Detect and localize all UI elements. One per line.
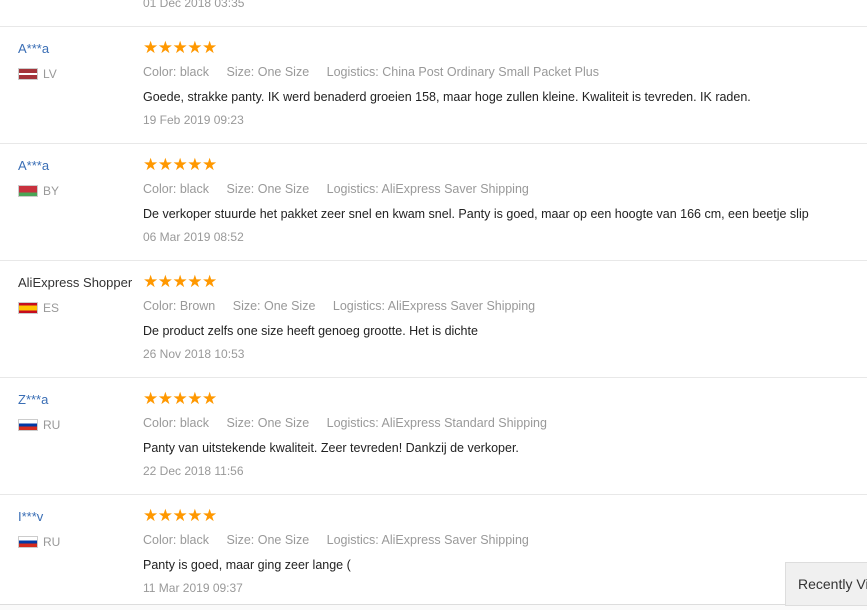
review-item: A***a LV ★★★★★ Color: black Size: One Si… bbox=[0, 26, 867, 144]
order-size: Size: One Size bbox=[232, 299, 316, 313]
order-logistics: Logistics: AliExpress Standard Shipping bbox=[326, 416, 547, 430]
order-size: Size: One Size bbox=[226, 416, 310, 430]
order-info: Color: Brown Size: One Size Logistics: A… bbox=[143, 298, 549, 314]
reviewer-name[interactable]: A***a bbox=[18, 41, 49, 57]
flag-icon bbox=[18, 419, 38, 431]
order-color: Color: black bbox=[143, 533, 209, 547]
review-date: 19 Feb 2019 09:23 bbox=[143, 113, 244, 127]
reviewer-name[interactable]: I***v bbox=[18, 509, 43, 525]
review-item: Z***a RU ★★★★★ Color: black Size: One Si… bbox=[0, 377, 867, 495]
reviewer-name[interactable]: A***a bbox=[18, 158, 49, 174]
order-color: Color: black bbox=[143, 416, 209, 430]
flag-icon bbox=[18, 302, 38, 314]
review-text: Goede, strakke panty. IK werd benaderd g… bbox=[143, 90, 751, 104]
review-date: 22 Dec 2018 11:56 bbox=[143, 464, 244, 478]
order-color: Color: black bbox=[143, 182, 209, 196]
order-color: Color: Brown bbox=[143, 299, 216, 313]
reviewer-country: LV bbox=[18, 67, 57, 81]
bottom-divider bbox=[0, 604, 867, 610]
review-item: AliExpress Shopper ES ★★★★★ Color: Brown… bbox=[0, 260, 867, 378]
review-date: 26 Nov 2018 10:53 bbox=[143, 347, 245, 361]
order-logistics: Logistics: AliExpress Saver Shipping bbox=[332, 299, 536, 313]
order-size: Size: One Size bbox=[226, 182, 310, 196]
reviewer-country: RU bbox=[18, 535, 60, 549]
order-size: Size: One Size bbox=[226, 533, 310, 547]
order-size: Size: One Size bbox=[226, 65, 310, 79]
recently-viewed-button[interactable]: Recently Viewed bbox=[785, 562, 867, 606]
review-item: A***a BY ★★★★★ Color: black Size: One Si… bbox=[0, 143, 867, 261]
review-text: Panty van uitstekende kwaliteit. Zeer te… bbox=[143, 441, 519, 455]
order-logistics: Logistics: China Post Ordinary Small Pac… bbox=[326, 65, 599, 79]
reviewer-country: ES bbox=[18, 301, 59, 315]
star-rating: ★★★★★ bbox=[143, 389, 217, 408]
reviewer-name[interactable]: Z***a bbox=[18, 392, 48, 408]
order-info: Color: black Size: One Size Logistics: A… bbox=[143, 415, 561, 431]
review-item: I***v RU ★★★★★ Color: black Size: One Si… bbox=[0, 494, 867, 612]
review-text: Panty is goed, maar ging zeer lange ( bbox=[143, 558, 351, 572]
order-info: Color: black Size: One Size Logistics: A… bbox=[143, 181, 543, 197]
order-info: Color: black Size: One Size Logistics: C… bbox=[143, 64, 613, 80]
flag-icon bbox=[18, 536, 38, 548]
star-rating: ★★★★★ bbox=[143, 155, 217, 174]
flag-icon bbox=[18, 68, 38, 80]
star-rating: ★★★★★ bbox=[143, 506, 217, 525]
partial-review-date: 01 Dec 2018 03:35 bbox=[143, 0, 245, 10]
order-logistics: Logistics: AliExpress Saver Shipping bbox=[326, 182, 529, 196]
review-text: De verkoper stuurde het pakket zeer snel… bbox=[143, 207, 809, 221]
country-code: BY bbox=[43, 184, 60, 198]
reviewer-country: RU bbox=[18, 418, 60, 432]
star-rating: ★★★★★ bbox=[143, 38, 217, 57]
review-text: De product zelfs one size heeft genoeg g… bbox=[143, 324, 478, 338]
country-code: ES bbox=[43, 301, 60, 315]
reviewer-country: BY bbox=[18, 184, 59, 198]
country-code: RU bbox=[43, 418, 61, 432]
country-code: RU bbox=[43, 535, 61, 549]
order-logistics: Logistics: AliExpress Saver Shipping bbox=[326, 533, 529, 547]
star-rating: ★★★★★ bbox=[143, 272, 217, 291]
country-code: LV bbox=[43, 67, 57, 81]
review-date: 11 Mar 2019 09:37 bbox=[143, 581, 243, 595]
order-color: Color: black bbox=[143, 65, 209, 79]
reviewer-name: AliExpress Shopper bbox=[18, 275, 133, 290]
flag-icon bbox=[18, 185, 38, 197]
review-date: 06 Mar 2019 08:52 bbox=[143, 230, 244, 244]
order-info: Color: black Size: One Size Logistics: A… bbox=[143, 532, 543, 548]
